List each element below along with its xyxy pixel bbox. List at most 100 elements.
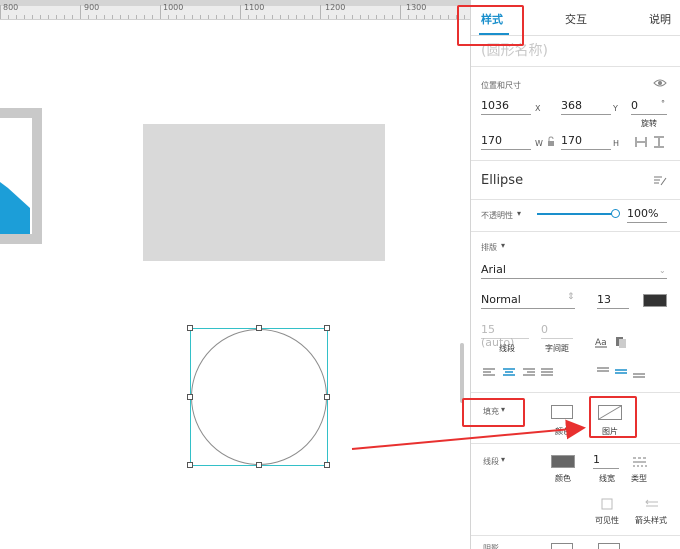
border-width-input[interactable]: 1 — [593, 453, 619, 469]
height-input[interactable]: 170 — [561, 134, 611, 150]
border-width-label: 线宽 — [599, 474, 615, 483]
text-shadow-icon[interactable] — [615, 336, 627, 348]
ruler-tick — [176, 15, 177, 19]
fill-color-label: 颜色 — [555, 427, 571, 436]
valign-middle-icon[interactable] — [615, 368, 629, 380]
fit-width-icon[interactable] — [635, 136, 647, 148]
line-height-label: 线段 — [499, 344, 515, 353]
ellipse-selection[interactable] — [187, 325, 330, 468]
ruler-tick — [8, 15, 9, 19]
ruler-tick — [40, 15, 41, 19]
resize-handle-sw[interactable] — [187, 462, 193, 468]
ruler-tick — [80, 5, 81, 19]
ruler-tick — [216, 15, 217, 19]
letter-spacing-input[interactable]: 0 — [541, 323, 573, 339]
align-left-icon[interactable] — [483, 368, 495, 377]
x-input[interactable]: 1036 — [481, 99, 531, 115]
ruler-tick — [320, 5, 321, 19]
ruler-tick — [296, 15, 297, 19]
font-family-select[interactable]: Arial — [481, 263, 667, 279]
align-right-icon[interactable] — [523, 368, 535, 377]
border-type-icon[interactable] — [633, 457, 647, 467]
line-height-input[interactable]: 15 (auto) — [481, 323, 529, 349]
divider — [471, 443, 680, 444]
font-size-input[interactable]: 13 — [597, 293, 629, 309]
lock-icon[interactable] — [547, 136, 556, 146]
ruler-tick — [400, 5, 401, 19]
inner-shadow-button[interactable] — [598, 543, 620, 549]
stepper-icon[interactable]: ⇕ — [567, 292, 575, 302]
text-style-icon[interactable]: Aa — [595, 336, 609, 348]
border-color-label: 颜色 — [555, 474, 571, 483]
valign-top-icon[interactable] — [597, 366, 611, 378]
ruler-tick — [368, 15, 369, 19]
font-color-swatch[interactable] — [643, 294, 667, 307]
width-input[interactable]: 170 — [481, 134, 531, 150]
vertical-scrollbar[interactable] — [460, 343, 464, 403]
resize-handle-e[interactable] — [324, 394, 330, 400]
resize-handle-ne[interactable] — [324, 325, 330, 331]
ruler-tick — [152, 15, 153, 19]
resize-handle-w[interactable] — [187, 394, 193, 400]
ruler-tick — [336, 15, 337, 19]
divider — [471, 535, 680, 536]
ruler-tick — [352, 15, 353, 19]
tab-interaction[interactable]: 交互 — [565, 11, 587, 27]
image-placeholder-widget[interactable] — [0, 108, 42, 244]
highlight-box-style-tab — [457, 5, 524, 46]
arrow-style-icon[interactable] — [645, 498, 659, 510]
height-label: H — [613, 139, 620, 148]
tab-notes[interactable]: 说明 — [649, 11, 671, 27]
ruler-tick — [200, 15, 201, 19]
ruler-label: 800 — [3, 3, 19, 12]
ruler-tick — [408, 15, 409, 19]
chevron-down-icon: ⌄ — [659, 266, 666, 275]
resize-handle-se[interactable] — [324, 462, 330, 468]
image-placeholder-inner — [0, 118, 32, 234]
ruler-tick — [112, 15, 113, 19]
font-weight-select[interactable]: Normal — [481, 293, 575, 309]
outer-shadow-button[interactable] — [551, 543, 573, 549]
border-dropdown-icon[interactable]: ▾ — [501, 455, 505, 464]
ellipse-shape[interactable] — [191, 329, 327, 465]
fill-color-button[interactable] — [551, 405, 573, 419]
ruler-tick — [240, 5, 241, 19]
y-input[interactable]: 368 — [561, 99, 611, 115]
ruler-label: 900 — [84, 3, 100, 12]
ruler-tick — [168, 15, 169, 19]
width-label: W — [535, 139, 543, 148]
edit-style-icon[interactable] — [653, 175, 667, 187]
inspector-panel: 样式 交互 说明 (圆形名称) 位置和尺寸 1036 X 368 Y 0 ° 旋… — [457, 0, 680, 549]
shape-type-label: Ellipse — [481, 173, 524, 188]
image-placeholder-graphic — [0, 182, 30, 234]
ruler-tick — [16, 15, 17, 19]
ruler-tick — [440, 15, 441, 19]
app-window: 800 900 1000 1100 1200 1300 样式 交互 说明 (圆形… — [0, 0, 680, 549]
align-justify-icon[interactable] — [541, 368, 553, 377]
visibility-icon[interactable] — [601, 498, 613, 510]
opacity-slider-knob[interactable] — [611, 209, 620, 218]
opacity-input[interactable]: 100% — [627, 207, 667, 223]
align-center-icon[interactable] — [503, 368, 515, 377]
fit-height-icon[interactable] — [653, 136, 665, 148]
opacity-slider-track[interactable] — [537, 213, 615, 215]
typography-toggle-icon[interactable]: ▾ — [501, 241, 505, 250]
rectangle-shape[interactable] — [143, 124, 385, 261]
valign-bottom-icon[interactable] — [633, 370, 647, 382]
ruler-tick — [24, 15, 25, 19]
resize-handle-s[interactable] — [256, 462, 262, 468]
ruler-tick — [120, 15, 121, 19]
border-color-swatch[interactable] — [551, 455, 575, 468]
highlight-box-image-button — [589, 396, 637, 438]
ruler-tick — [184, 15, 185, 19]
opacity-label: 不透明性 — [481, 211, 513, 220]
opacity-dropdown-icon[interactable]: ▾ — [517, 209, 521, 218]
resize-handle-n[interactable] — [256, 325, 262, 331]
eye-icon[interactable] — [653, 78, 667, 88]
rotation-unit: ° — [661, 99, 665, 108]
ruler-tick — [248, 15, 249, 19]
resize-handle-nw[interactable] — [187, 325, 193, 331]
ruler-tick — [32, 15, 33, 19]
ruler-tick — [72, 15, 73, 19]
ruler-tick — [232, 15, 233, 19]
